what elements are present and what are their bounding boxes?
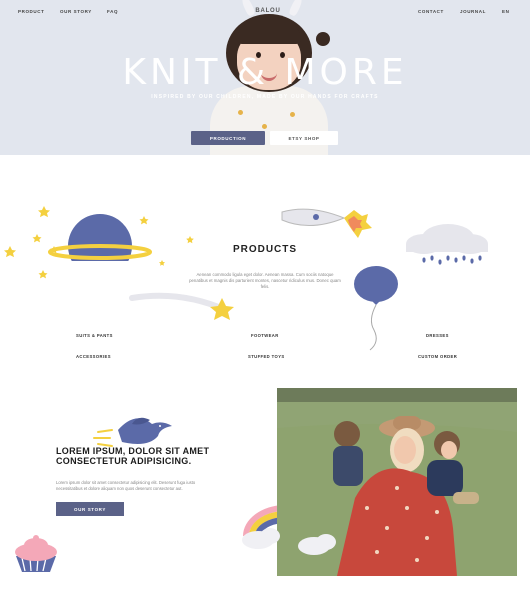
category-custom-order[interactable]: CUSTOM ORDER	[418, 354, 457, 359]
star-icon	[38, 206, 50, 218]
dress-dot	[238, 110, 243, 115]
nav-link-journal[interactable]: JOURNAL	[460, 9, 486, 14]
hero-title: KNIT & MORE	[122, 52, 408, 93]
bird-icon	[93, 417, 172, 447]
category-footwear[interactable]: FOOTWEAR	[251, 333, 279, 338]
star-icon	[186, 236, 194, 244]
story-decoration	[15, 417, 280, 572]
star-icon	[4, 246, 16, 258]
girl-bangs	[237, 22, 301, 44]
nav-link-product[interactable]: PRODUCT	[18, 9, 44, 14]
nav-link-contact[interactable]: CONTACT	[418, 9, 444, 14]
star-icon	[159, 260, 165, 266]
category-stuffed-toys[interactable]: STUFFED TOYS	[248, 354, 285, 359]
category-dresses[interactable]: DRESSES	[426, 333, 449, 338]
nav-link-our-story[interactable]: OUR STORY	[60, 9, 92, 14]
our-story-button[interactable]: OUR STORY	[56, 502, 124, 516]
rain-cloud-icon	[406, 224, 488, 265]
hair-bun-right	[316, 32, 330, 46]
category-suits-pants[interactable]: SUITS & PANTS	[76, 333, 113, 338]
etsy-shop-button[interactable]: ETSY SHOP	[270, 131, 338, 145]
cloud-icon	[242, 528, 336, 555]
products-decoration	[4, 206, 488, 351]
category-accessories[interactable]: ACCESSORIES	[76, 354, 111, 359]
nav-link-language[interactable]: EN	[502, 9, 509, 14]
clouds-decoration	[242, 528, 336, 555]
rocket-icon	[281, 208, 372, 238]
comet-icon	[129, 292, 234, 320]
story-text: Lorem ipsum dolor sit amet consectetur a…	[56, 480, 196, 491]
star-icon	[32, 234, 42, 243]
planet-icon	[48, 214, 152, 287]
hero-section: PRODUCT OUR STORY FAQ CONTACT JOURNAL EN…	[0, 0, 530, 155]
dress-dot	[290, 112, 295, 117]
story-heading: LOREM IPSUM, DOLOR SIT AMET CONSECTETUR …	[56, 446, 210, 466]
star-icon	[139, 216, 149, 225]
products-description: Aenean commodo ligula eget dolor. Aenean…	[189, 272, 341, 289]
balloon-icon	[354, 266, 398, 351]
nav-link-faq[interactable]: FAQ	[107, 9, 118, 14]
products-title: PRODUCTS	[232, 244, 298, 255]
hero-subtitle: INSPIRED BY OUR CHILDREN, MADE BY OUR HA…	[151, 94, 379, 100]
site-logo[interactable]: BALOU	[248, 8, 288, 20]
bunny-ear-right	[288, 0, 304, 17]
star-icon	[38, 270, 48, 279]
cupcake-icon	[15, 535, 57, 572]
production-button[interactable]: PRODUCTION	[191, 131, 265, 145]
dress-dot	[262, 124, 267, 129]
